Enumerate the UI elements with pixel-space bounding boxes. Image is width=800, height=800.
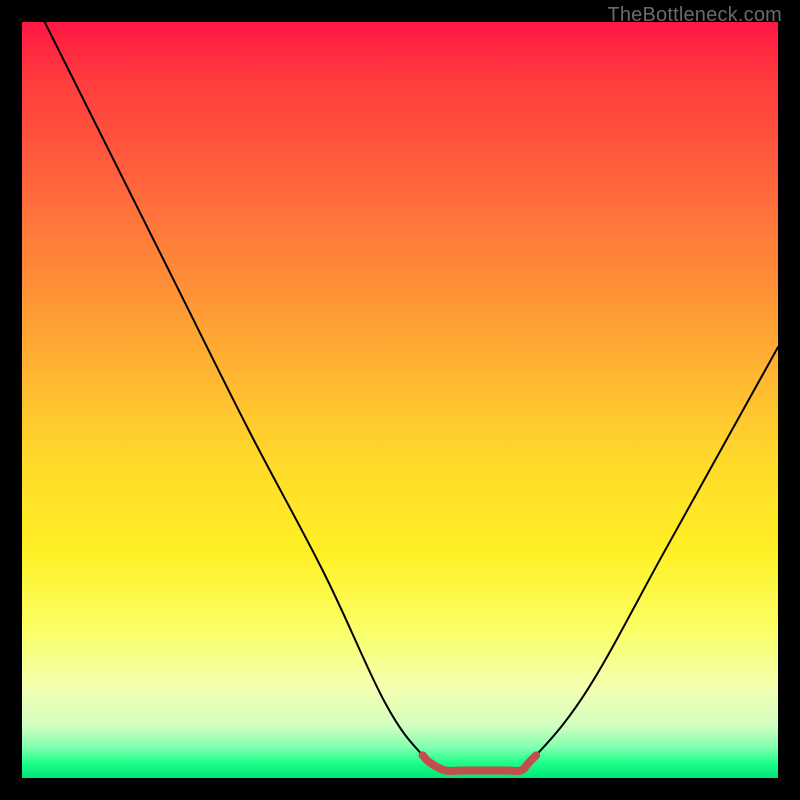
curve-layer — [22, 22, 778, 778]
chart-frame: TheBottleneck.com — [0, 0, 800, 800]
optimal-range-marker — [423, 755, 536, 771]
watermark-text: TheBottleneck.com — [607, 4, 782, 27]
bottleneck-curve — [45, 22, 778, 772]
plot-area — [22, 22, 778, 778]
